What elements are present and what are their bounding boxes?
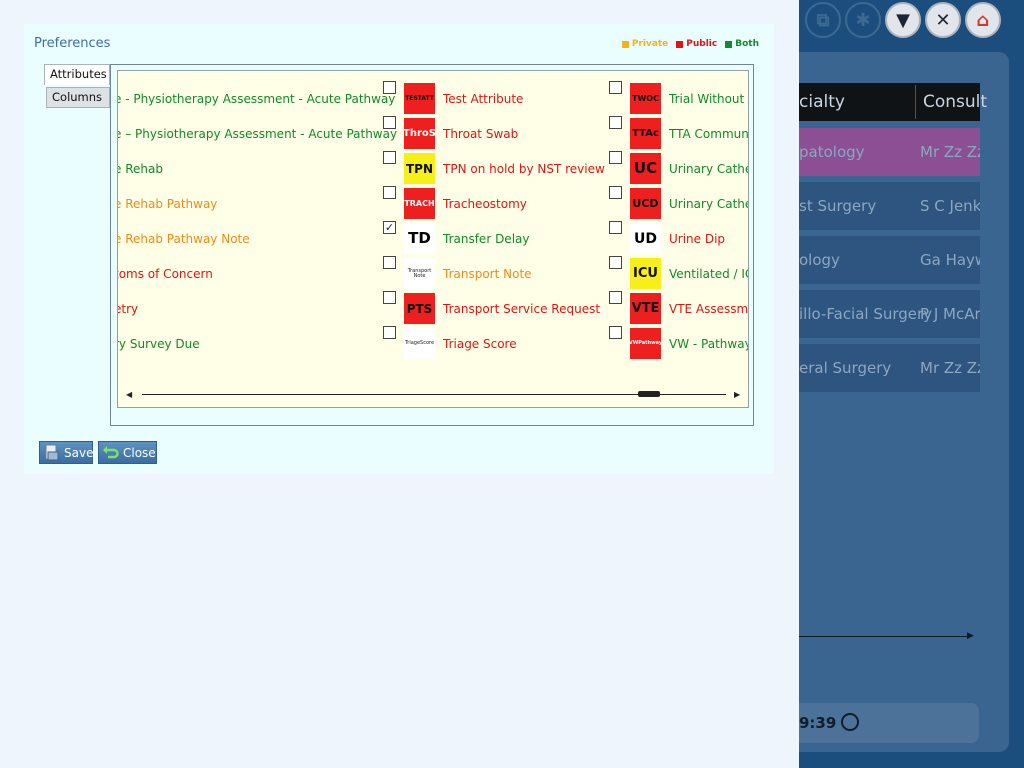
attribute-checkbox[interactable] xyxy=(609,186,622,199)
undo-icon xyxy=(102,444,119,461)
list-item[interactable]: ry Survey Due xyxy=(118,326,344,361)
attribute-checkbox[interactable] xyxy=(609,221,622,234)
icu-icon: ICU xyxy=(630,258,661,289)
list-item[interactable]: VWPathway VW - Pathway xyxy=(609,326,748,361)
table-row[interactable]: patology Mr Zz Zz xyxy=(799,128,980,176)
attributes-tab-content: e - Physiotherapy Assessment - Acute Pat… xyxy=(110,64,754,426)
attribute-checkbox[interactable] xyxy=(383,326,396,339)
trial-without-catheter-icon: TWOC xyxy=(630,83,661,114)
attributes-column: e - Physiotherapy Assessment - Acute Pat… xyxy=(118,81,397,361)
table-row[interactable]: eral Surgery Mr Zz Zz xyxy=(799,344,980,392)
list-item[interactable]: Transport Note Transport Note xyxy=(383,256,609,291)
attribute-checkbox-checked[interactable]: ✓ xyxy=(383,221,396,234)
close-button[interactable]: Close xyxy=(98,441,157,464)
network-icon[interactable]: ✱ xyxy=(845,2,881,38)
table-row[interactable]: st Surgery S C Jenk xyxy=(799,182,980,230)
attribute-checkbox[interactable] xyxy=(609,326,622,339)
attributes-column: TWOC Trial Without Ca TTAc TTA Community… xyxy=(609,81,748,361)
urine-dip-icon: UD xyxy=(630,223,661,254)
background-table-header: cialty Consult xyxy=(799,83,987,121)
attribute-checkbox[interactable] xyxy=(383,291,396,304)
attribute-checkbox[interactable] xyxy=(383,81,396,94)
tab-attributes[interactable]: Attributes xyxy=(44,64,110,85)
radio-button[interactable] xyxy=(841,713,859,731)
vw-pathway-icon: VWPathway xyxy=(630,328,661,359)
list-item[interactable]: ICU Ventilated / ICU xyxy=(609,256,748,291)
time-display: 9:39 xyxy=(799,714,837,732)
attribute-checkbox[interactable] xyxy=(609,116,622,129)
tpn-icon: TPN xyxy=(404,153,435,184)
list-item[interactable]: VTE VTE Assessmen xyxy=(609,291,748,326)
list-item[interactable]: ✓ TD Transfer Delay xyxy=(383,221,609,256)
tta-community-icon: TTAc xyxy=(630,118,661,149)
save-button[interactable]: Save xyxy=(39,441,93,464)
list-item[interactable]: UD Urine Dip xyxy=(609,221,748,256)
list-item[interactable]: e Rehab Pathway xyxy=(118,186,344,221)
preferences-dialog: Preferences Private Public Both Attribut… xyxy=(24,24,774,474)
legend-public: Public xyxy=(676,39,717,49)
test-attribute-icon: TESTATT xyxy=(404,83,435,114)
attributes-column: TESTATT Test Attribute ThroS Throat Swab… xyxy=(383,81,609,361)
background-app: ⧉ ✱ ▼ ✕ ⌂ cialty Consult patology Mr Zz … xyxy=(799,0,1024,768)
attribute-checkbox[interactable] xyxy=(383,151,396,164)
public-swatch-icon xyxy=(676,40,684,48)
list-item[interactable]: UCD Urinary Cathete xyxy=(609,186,748,221)
list-item[interactable]: TESTATT Test Attribute xyxy=(383,81,609,116)
list-item[interactable]: e - Physiotherapy Assessment - Acute Pat… xyxy=(118,81,395,116)
header-consultant: Consult xyxy=(923,92,988,112)
vte-icon: VTE xyxy=(630,293,661,324)
list-item[interactable]: e Rehab xyxy=(118,151,344,186)
tab-columns[interactable]: Columns xyxy=(46,87,110,108)
scrollbar-thumb[interactable] xyxy=(638,391,660,397)
attribute-checkbox[interactable] xyxy=(609,151,622,164)
header-specialty: cialty xyxy=(799,92,845,112)
list-item[interactable]: toms of Concern xyxy=(118,256,344,291)
list-item[interactable]: PTS Transport Service Request xyxy=(383,291,609,326)
attribute-checkbox[interactable] xyxy=(609,81,622,94)
attribute-checkbox[interactable] xyxy=(383,256,396,269)
horizontal-scrollbar[interactable]: ◀ ▶ xyxy=(126,388,742,402)
table-row[interactable]: ology Ga Hayw xyxy=(799,236,980,284)
throat-swab-icon: ThroS xyxy=(404,118,435,149)
transport-service-icon: PTS xyxy=(404,293,435,324)
list-item[interactable]: TRACH Tracheostomy xyxy=(383,186,609,221)
attributes-list: e - Physiotherapy Assessment - Acute Pat… xyxy=(117,70,749,408)
attribute-checkbox[interactable] xyxy=(609,291,622,304)
urinary-catheter-day-icon: UCD xyxy=(630,188,661,219)
both-swatch-icon xyxy=(725,40,733,48)
list-item[interactable]: etry xyxy=(118,291,344,326)
transport-note-icon: Transport Note xyxy=(404,258,435,289)
table-row[interactable]: illo-Facial Surgery P J McAr xyxy=(799,290,980,338)
attribute-checkbox[interactable] xyxy=(609,256,622,269)
transfer-delay-icon: TD xyxy=(404,223,435,254)
private-swatch-icon xyxy=(621,40,629,48)
urinary-catheter-icon: UC xyxy=(630,153,661,184)
list-item[interactable]: TPN TPN on hold by NST review xyxy=(383,151,609,186)
attribute-checkbox[interactable] xyxy=(383,186,396,199)
tracheostomy-icon: TRACH xyxy=(404,188,435,219)
scroll-right-icon[interactable]: ▶ xyxy=(734,390,740,399)
legend-private: Private xyxy=(621,39,668,49)
background-footer: 9:39 xyxy=(799,703,979,743)
toolbar-icon[interactable]: ⧉ xyxy=(805,2,841,38)
legend: Private Public Both xyxy=(621,39,759,49)
filter-icon[interactable]: ▼ xyxy=(885,2,921,38)
scroll-right-arrow[interactable]: ▶ xyxy=(967,631,974,641)
dialog-title: Preferences xyxy=(34,36,111,51)
save-icon xyxy=(43,444,60,461)
list-item[interactable]: TWOC Trial Without Ca xyxy=(609,81,748,116)
list-item[interactable]: TTAc TTA Community xyxy=(609,116,748,151)
list-item[interactable]: e – Physiotherapy Assessment - Acute Pat… xyxy=(118,116,397,151)
scroll-left-icon[interactable]: ◀ xyxy=(126,390,132,399)
horizontal-scrollbar-track[interactable] xyxy=(799,636,967,637)
list-item[interactable]: ThroS Throat Swab xyxy=(383,116,609,151)
list-item[interactable]: TriageScore Triage Score xyxy=(383,326,609,361)
legend-both: Both xyxy=(725,39,759,49)
list-item[interactable]: e Rehab Pathway Note xyxy=(118,221,344,256)
home-icon[interactable]: ⌂ xyxy=(965,2,1001,38)
attribute-checkbox[interactable] xyxy=(383,116,396,129)
triage-score-icon: TriageScore xyxy=(404,328,435,359)
close-icon[interactable]: ✕ xyxy=(925,2,961,38)
list-item[interactable]: UC Urinary Cathete xyxy=(609,151,748,186)
